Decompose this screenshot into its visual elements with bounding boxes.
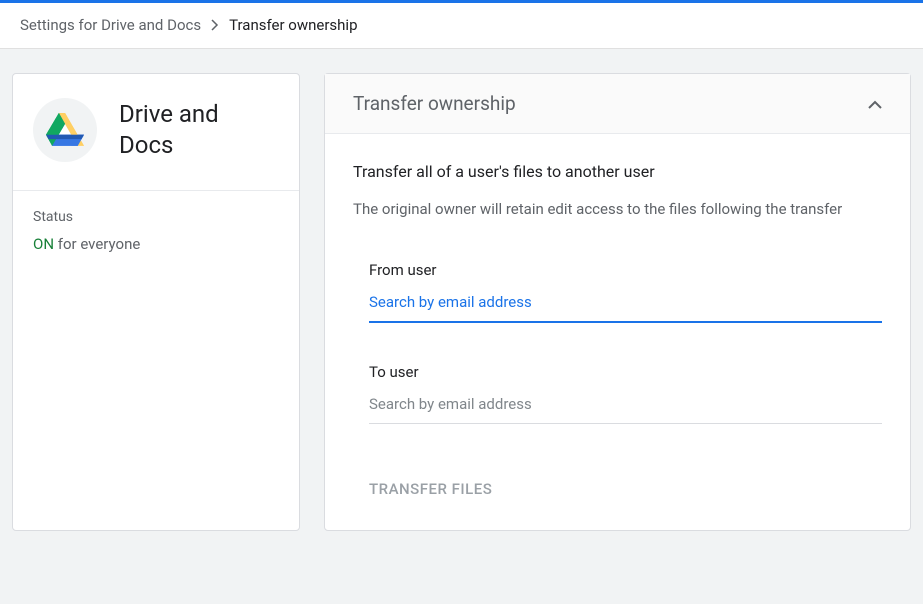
breadcrumb: Settings for Drive and Docs Transfer own… (0, 3, 923, 49)
status-value: ON for everyone (33, 235, 279, 253)
breadcrumb-current: Transfer ownership (229, 16, 357, 34)
breadcrumb-parent[interactable]: Settings for Drive and Docs (20, 16, 201, 34)
to-user-input[interactable] (369, 391, 882, 424)
status-on-text: ON (33, 235, 54, 253)
app-info-header: Drive and Docs (13, 74, 299, 190)
content-area: Drive and Docs Status ON for everyone Tr… (0, 49, 923, 555)
app-title: Drive and Docs (119, 99, 279, 161)
to-user-label: To user (369, 363, 882, 381)
section-description: The original owner will retain edit acce… (353, 197, 882, 221)
app-status-section: Status ON for everyone (13, 190, 299, 275)
status-scope-text: for everyone (54, 235, 140, 253)
card-header[interactable]: Transfer ownership (325, 74, 910, 134)
card-body: Transfer all of a user's files to anothe… (325, 134, 910, 530)
chevron-up-icon (868, 94, 882, 113)
chevron-right-icon (211, 19, 219, 31)
to-user-field: To user (353, 363, 882, 424)
from-user-field: From user (353, 261, 882, 323)
from-user-label: From user (369, 261, 882, 279)
transfer-ownership-card: Transfer ownership Transfer all of a use… (324, 73, 911, 531)
card-header-title: Transfer ownership (353, 92, 516, 115)
status-label: Status (33, 209, 279, 225)
transfer-files-button[interactable]: TRANSFER FILES (353, 472, 508, 506)
from-user-input[interactable] (369, 289, 882, 323)
drive-icon (33, 98, 97, 162)
app-info-card: Drive and Docs Status ON for everyone (12, 73, 300, 531)
section-title: Transfer all of a user's files to anothe… (353, 162, 882, 181)
